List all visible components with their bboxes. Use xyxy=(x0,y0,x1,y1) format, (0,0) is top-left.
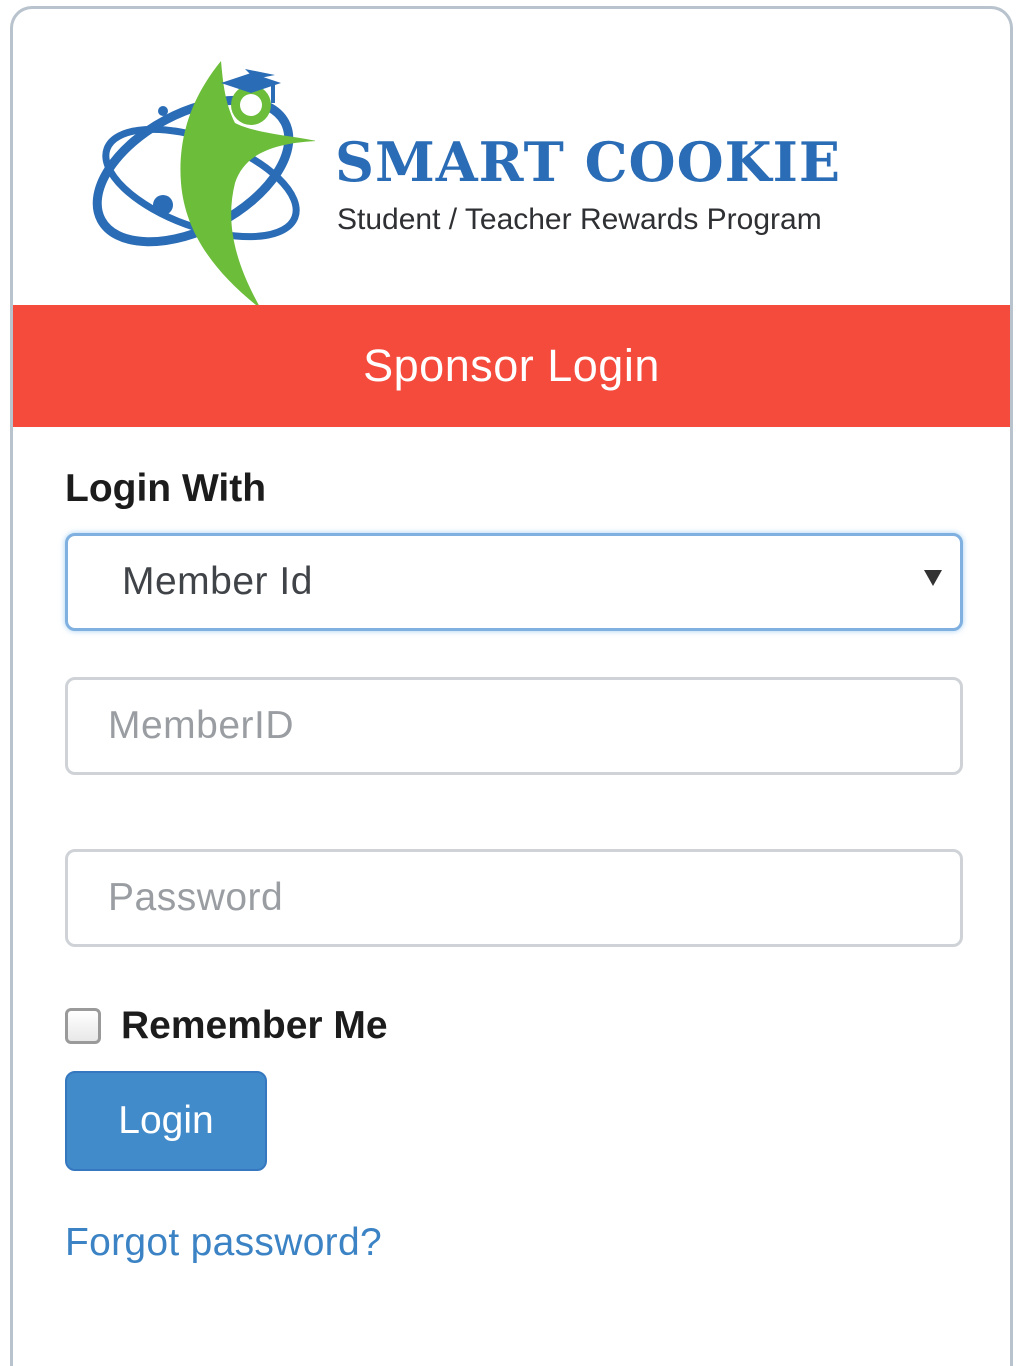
password-input[interactable] xyxy=(65,849,963,947)
login-with-select[interactable]: Member Id xyxy=(65,533,963,631)
remember-me-label[interactable]: Remember Me xyxy=(121,1004,388,1048)
forgot-password-link[interactable]: Forgot password? xyxy=(65,1221,382,1265)
remember-me-row: Remember Me xyxy=(65,1001,388,1051)
smart-cookie-logo-icon xyxy=(92,61,315,309)
banner-title: Sponsor Login xyxy=(363,340,660,391)
brand-tagline: Student / Teacher Rewards Program xyxy=(337,203,822,236)
brand-name: SMART COOKIE xyxy=(335,130,841,194)
login-with-selected-value: Member Id xyxy=(122,560,313,603)
logo-header: SMART COOKIE Student / Teacher Rewards P… xyxy=(13,9,1010,309)
login-button[interactable]: Login xyxy=(65,1071,267,1171)
member-id-input[interactable] xyxy=(65,677,963,775)
sponsor-login-banner: Sponsor Login xyxy=(13,305,1010,427)
login-card: SMART COOKIE Student / Teacher Rewards P… xyxy=(10,6,1013,1366)
chevron-down-icon xyxy=(924,570,942,586)
login-with-label: Login With xyxy=(65,467,267,510)
remember-me-checkbox[interactable] xyxy=(65,1008,101,1044)
